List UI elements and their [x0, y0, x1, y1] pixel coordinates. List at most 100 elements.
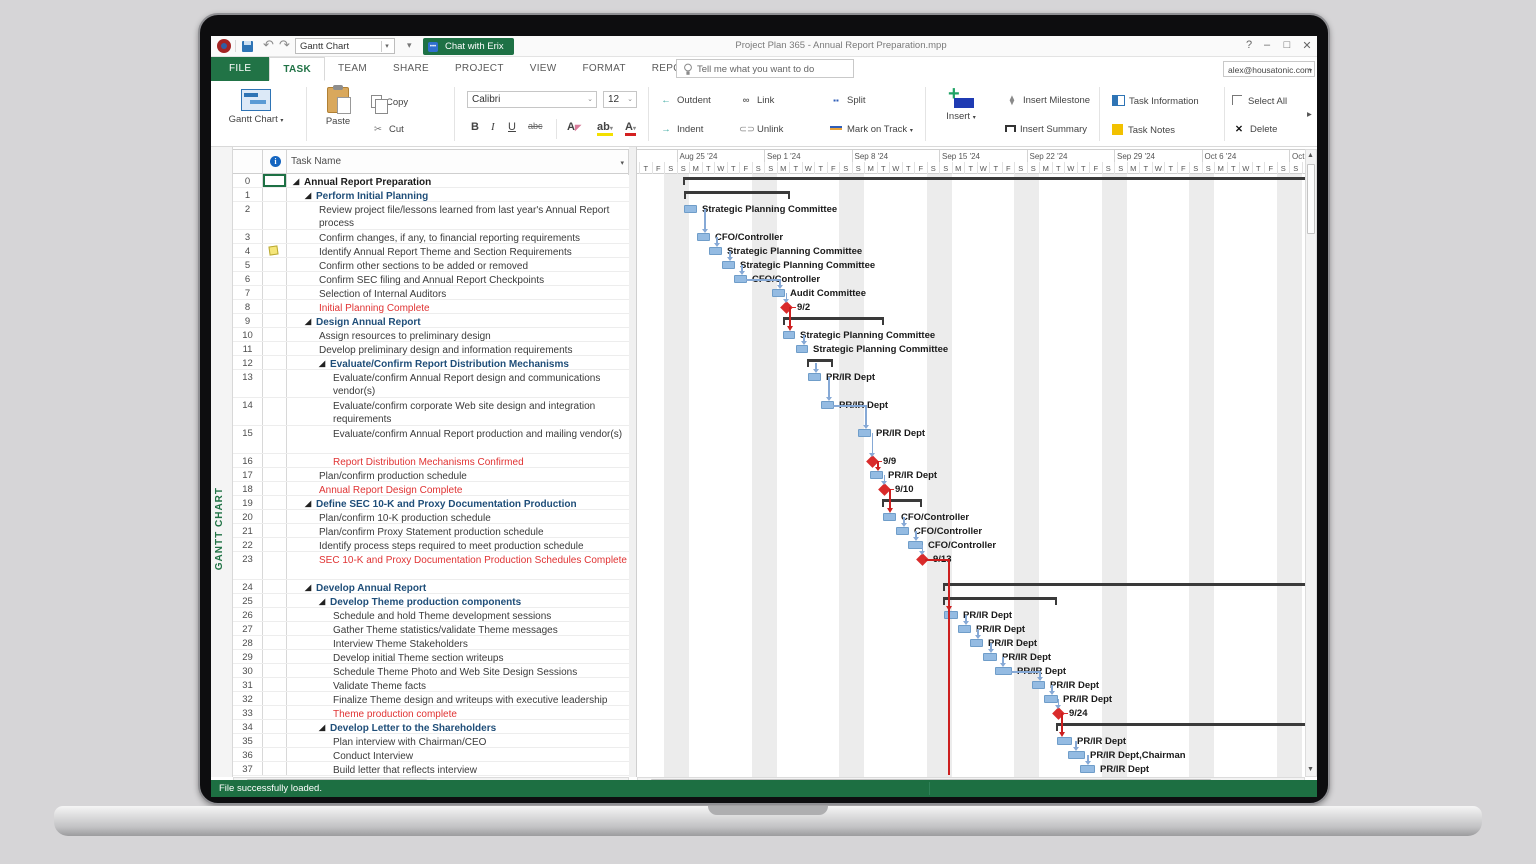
task-name-cell[interactable]: Evaluate/confirm Annual Report design an… [287, 370, 629, 397]
task-info-cell[interactable] [263, 734, 287, 747]
table-row[interactable]: 12◢Evaluate/Confirm Report Distribution … [233, 356, 629, 370]
task-id-cell[interactable]: 3 [233, 230, 263, 243]
task-info-cell[interactable] [263, 370, 287, 397]
collapse-icon[interactable]: ◢ [319, 721, 325, 733]
task-bar[interactable] [1080, 765, 1095, 773]
task-bar[interactable] [958, 625, 971, 633]
task-id-cell[interactable]: 27 [233, 622, 263, 635]
task-id-cell[interactable]: 8 [233, 300, 263, 313]
task-id-cell[interactable]: 18 [233, 482, 263, 495]
summary-bar[interactable] [943, 583, 1305, 586]
table-row[interactable]: 1◢Perform Initial Planning [233, 188, 629, 202]
task-name-cell[interactable]: ◢Annual Report Preparation [287, 174, 629, 187]
gantt-vscroll-thumb[interactable] [1307, 164, 1315, 234]
clear-format-button[interactable]: A◤ [567, 121, 581, 133]
collapse-icon[interactable]: ◢ [305, 315, 311, 327]
tab-share[interactable]: SHARE [380, 57, 442, 81]
table-row[interactable]: 6Confirm SEC filing and Annual Report Ch… [233, 272, 629, 286]
task-id-cell[interactable]: 24 [233, 580, 263, 593]
scroll-down-icon[interactable]: ▼ [1307, 766, 1314, 773]
task-id-cell[interactable]: 35 [233, 734, 263, 747]
task-info-cell[interactable] [263, 762, 287, 775]
task-id-cell[interactable]: 11 [233, 342, 263, 355]
table-row[interactable]: 10Assign resources to preliminary design [233, 328, 629, 342]
task-id-cell[interactable]: 19 [233, 496, 263, 509]
summary-bar[interactable] [943, 597, 1057, 600]
task-info-cell[interactable] [263, 580, 287, 593]
task-name-cell[interactable]: Develop initial Theme section writeups [287, 650, 629, 663]
table-row[interactable]: 31Validate Theme facts [233, 678, 629, 692]
collapse-icon[interactable]: ◢ [305, 497, 311, 509]
insert-milestone-button[interactable]: ⧫Insert Milestone [1005, 95, 1090, 106]
task-id-cell[interactable]: 33 [233, 706, 263, 719]
task-id-cell[interactable]: 5 [233, 258, 263, 271]
collapse-icon[interactable]: ◢ [319, 595, 325, 607]
task-id-cell[interactable]: 31 [233, 678, 263, 691]
task-bar[interactable] [1044, 695, 1058, 703]
table-row[interactable]: 7Selection of Internal Auditors [233, 286, 629, 300]
save-icon[interactable] [242, 41, 253, 52]
table-row[interactable]: 5Confirm other sections to be added or r… [233, 258, 629, 272]
task-id-cell[interactable]: 9 [233, 314, 263, 327]
task-name-cell[interactable]: Annual Report Design Complete [287, 482, 629, 495]
task-info-cell[interactable] [263, 426, 287, 453]
task-id-cell[interactable]: 10 [233, 328, 263, 341]
collapse-icon[interactable]: ◢ [293, 175, 299, 187]
task-info-cell[interactable] [263, 594, 287, 607]
collapse-icon[interactable]: ◢ [305, 189, 311, 201]
paste-button[interactable]: Paste [315, 87, 361, 127]
task-info-cell[interactable] [263, 510, 287, 523]
task-id-cell[interactable]: 30 [233, 664, 263, 677]
task-name-cell[interactable]: ◢Perform Initial Planning [287, 188, 629, 201]
task-info-cell[interactable] [263, 188, 287, 201]
insert-summary-button[interactable]: Insert Summary [1005, 124, 1087, 135]
task-name-cell[interactable]: Confirm changes, if any, to financial re… [287, 230, 629, 243]
split-button[interactable]: ▪▪Split [829, 95, 865, 106]
task-name-cell[interactable]: Schedule and hold Theme development sess… [287, 608, 629, 621]
view-selector[interactable]: Gantt Chart ▾ [295, 38, 395, 54]
table-row[interactable]: 15Evaluate/confirm Annual Report product… [233, 426, 629, 454]
table-row[interactable]: 9 ◢Design Annual Report [233, 314, 629, 328]
task-id-cell[interactable]: 4 [233, 244, 263, 257]
task-id-cell[interactable]: 26 [233, 608, 263, 621]
task-name-cell[interactable]: Identify process steps required to meet … [287, 538, 629, 551]
italic-button[interactable]: I [491, 121, 495, 133]
quick-access-customize-icon[interactable]: ▾ [407, 40, 412, 51]
task-id-cell[interactable]: 7 [233, 286, 263, 299]
tab-team[interactable]: TEAM [325, 57, 380, 81]
task-bar[interactable] [983, 653, 997, 661]
task-id-cell[interactable]: 2 [233, 202, 263, 229]
collapse-icon[interactable]: ◢ [305, 581, 311, 593]
tab-task[interactable]: TASK [269, 57, 325, 81]
chat-with-erix-button[interactable]: ••• Chat with Erix [423, 38, 514, 55]
table-row[interactable]: 24◢Develop Annual Report [233, 580, 629, 594]
task-bar[interactable] [896, 527, 909, 535]
task-name-cell[interactable]: Initial Planning Complete [287, 300, 629, 313]
task-bar[interactable] [722, 261, 735, 269]
task-info-cell[interactable] [263, 300, 287, 313]
task-name-cell[interactable]: Build letter that reflects interview [287, 762, 629, 775]
task-id-cell[interactable]: 20 [233, 510, 263, 523]
task-id-cell[interactable]: 0 [233, 174, 263, 187]
task-id-cell[interactable]: 17 [233, 468, 263, 481]
task-name-cell[interactable]: Interview Theme Stakeholders [287, 636, 629, 649]
task-id-cell[interactable]: 21 [233, 524, 263, 537]
table-row[interactable]: 28Interview Theme Stakeholders [233, 636, 629, 650]
task-info-cell[interactable] [263, 454, 287, 467]
task-name-cell[interactable]: Plan/confirm Proxy Statement production … [287, 524, 629, 537]
task-name-cell[interactable]: ◢Define SEC 10-K and Proxy Documentation… [287, 496, 629, 509]
task-id-cell[interactable]: 34 [233, 720, 263, 733]
tab-file[interactable]: FILE [211, 57, 269, 81]
delete-button[interactable]: ✕Delete [1232, 124, 1277, 135]
task-name-cell[interactable]: Report Distribution Mechanisms Confirmed [287, 454, 629, 467]
table-row[interactable]: 14Evaluate/confirm corporate Web site de… [233, 398, 629, 426]
task-name-cell[interactable]: ◢Design Annual Report [287, 314, 629, 327]
select-all-button[interactable]: Select All [1232, 95, 1287, 107]
account-selector[interactable]: alex@housatonic.com ▾ [1223, 61, 1315, 77]
task-name-column-header[interactable]: Task Name ▾ [287, 150, 629, 175]
table-row[interactable]: 17Plan/confirm production schedule [233, 468, 629, 482]
tell-me-search[interactable]: Tell me what you want to do [676, 59, 854, 78]
task-bar[interactable] [709, 247, 722, 255]
tab-view[interactable]: VIEW [517, 57, 570, 81]
table-row[interactable]: 21 Plan/confirm Proxy Statement productio… [233, 524, 629, 538]
